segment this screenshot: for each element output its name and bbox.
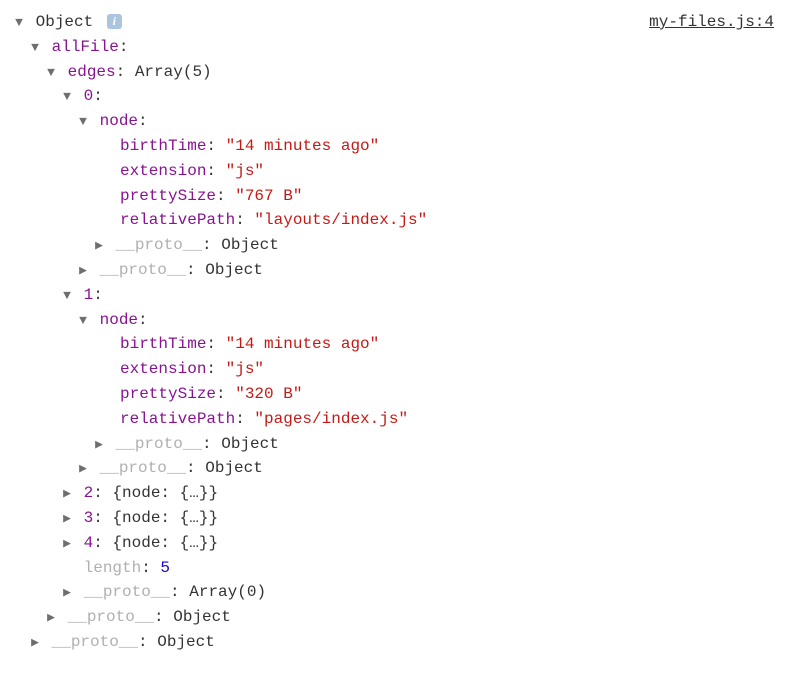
proto-row[interactable]: __proto__: Object bbox=[12, 233, 774, 258]
expand-icon[interactable] bbox=[60, 87, 74, 107]
proto-row[interactable]: __proto__: Object bbox=[12, 258, 774, 283]
key-birthtime: birthTime bbox=[120, 137, 206, 155]
key-proto: __proto__ bbox=[116, 435, 202, 453]
key-node: node bbox=[100, 112, 138, 130]
expand-icon[interactable] bbox=[12, 13, 26, 33]
allfile-row[interactable]: allFile: bbox=[12, 35, 774, 60]
proto-row[interactable]: __proto__: Object bbox=[12, 432, 774, 457]
expand-icon[interactable] bbox=[28, 633, 42, 653]
value-length: 5 bbox=[160, 559, 170, 577]
proto-row[interactable]: __proto__: Object bbox=[12, 630, 774, 655]
expand-icon[interactable] bbox=[60, 286, 74, 306]
value-proto: Object bbox=[205, 459, 263, 477]
root-label: Object bbox=[36, 13, 94, 31]
key-relativepath: relativePath bbox=[120, 410, 235, 428]
key-index: 2 bbox=[84, 484, 94, 502]
value-proto: Object bbox=[157, 633, 215, 651]
key-index: 3 bbox=[84, 509, 94, 527]
node-row[interactable]: node: bbox=[12, 308, 774, 333]
expand-icon[interactable] bbox=[60, 583, 74, 603]
console-object-tree: my-files.js:4 Object i allFile: edges: A… bbox=[12, 10, 774, 655]
proto-row[interactable]: __proto__: Array(0) bbox=[12, 580, 774, 605]
key-proto: __proto__ bbox=[52, 633, 138, 651]
prop-row-birthtime[interactable]: birthTime: "14 minutes ago" bbox=[12, 332, 774, 357]
expand-icon[interactable] bbox=[76, 459, 90, 479]
key-index: 1 bbox=[84, 286, 94, 304]
value-collapsed: {node: {…}} bbox=[112, 509, 218, 527]
value-extension: "js" bbox=[226, 162, 264, 180]
expand-icon[interactable] bbox=[76, 112, 90, 132]
value-collapsed: {node: {…}} bbox=[112, 534, 218, 552]
key-index: 4 bbox=[84, 534, 94, 552]
value-prettysize: "320 B" bbox=[235, 385, 302, 403]
edges-row[interactable]: edges: Array(5) bbox=[12, 60, 774, 85]
value-birthtime: "14 minutes ago" bbox=[226, 137, 380, 155]
length-row[interactable]: length: 5 bbox=[12, 556, 774, 581]
key-edges: edges bbox=[68, 63, 116, 81]
value-birthtime: "14 minutes ago" bbox=[226, 335, 380, 353]
key-birthtime: birthTime bbox=[120, 335, 206, 353]
key-extension: extension bbox=[120, 162, 206, 180]
value-proto: Object bbox=[205, 261, 263, 279]
prop-row-prettysize[interactable]: prettySize: "320 B" bbox=[12, 382, 774, 407]
expand-icon[interactable] bbox=[60, 534, 74, 554]
value-relativepath: "layouts/index.js" bbox=[254, 211, 427, 229]
value-prettysize: "767 B" bbox=[235, 187, 302, 205]
prop-row-extension[interactable]: extension: "js" bbox=[12, 159, 774, 184]
expand-icon[interactable] bbox=[76, 311, 90, 331]
key-length: length bbox=[84, 559, 142, 577]
prop-row-extension[interactable]: extension: "js" bbox=[12, 357, 774, 382]
expand-icon[interactable] bbox=[60, 484, 74, 504]
edge-index-row[interactable]: 4: {node: {…}} bbox=[12, 531, 774, 556]
key-relativepath: relativePath bbox=[120, 211, 235, 229]
value-proto: Object bbox=[173, 608, 231, 626]
key-proto: __proto__ bbox=[84, 583, 170, 601]
value-proto: Array(0) bbox=[189, 583, 266, 601]
key-node: node bbox=[100, 311, 138, 329]
expand-icon[interactable] bbox=[44, 608, 58, 628]
key-proto: __proto__ bbox=[100, 261, 186, 279]
key-proto: __proto__ bbox=[68, 608, 154, 626]
value-relativepath: "pages/index.js" bbox=[254, 410, 408, 428]
value-extension: "js" bbox=[226, 360, 264, 378]
edge-index-row[interactable]: 2: {node: {…}} bbox=[12, 481, 774, 506]
expand-icon[interactable] bbox=[28, 38, 42, 58]
expand-icon[interactable] bbox=[76, 261, 90, 281]
key-index: 0 bbox=[84, 87, 94, 105]
value-proto: Object bbox=[221, 435, 279, 453]
key-extension: extension bbox=[120, 360, 206, 378]
proto-row[interactable]: __proto__: Object bbox=[12, 605, 774, 630]
edge-index-row[interactable]: 1: bbox=[12, 283, 774, 308]
expand-icon[interactable] bbox=[60, 509, 74, 529]
info-icon[interactable]: i bbox=[107, 14, 122, 29]
key-prettysize: prettySize bbox=[120, 187, 216, 205]
value-proto: Object bbox=[221, 236, 279, 254]
edge-index-row[interactable]: 3: {node: {…}} bbox=[12, 506, 774, 531]
prop-row-relativepath[interactable]: relativePath: "layouts/index.js" bbox=[12, 208, 774, 233]
expand-icon[interactable] bbox=[44, 63, 58, 83]
value-collapsed: {node: {…}} bbox=[112, 484, 218, 502]
proto-row[interactable]: __proto__: Object bbox=[12, 456, 774, 481]
edge-index-row[interactable]: 0: bbox=[12, 84, 774, 109]
key-prettysize: prettySize bbox=[120, 385, 216, 403]
prop-row-birthtime[interactable]: birthTime: "14 minutes ago" bbox=[12, 134, 774, 159]
key-proto: __proto__ bbox=[100, 459, 186, 477]
key-allfile: allFile bbox=[52, 38, 119, 56]
node-row[interactable]: node: bbox=[12, 109, 774, 134]
prop-row-relativepath[interactable]: relativePath: "pages/index.js" bbox=[12, 407, 774, 432]
source-link[interactable]: my-files.js:4 bbox=[649, 10, 774, 35]
expand-icon[interactable] bbox=[92, 435, 106, 455]
prop-row-prettysize[interactable]: prettySize: "767 B" bbox=[12, 184, 774, 209]
key-proto: __proto__ bbox=[116, 236, 202, 254]
edges-type: Array(5) bbox=[135, 63, 212, 81]
root-row[interactable]: my-files.js:4 Object i bbox=[12, 10, 774, 35]
expand-icon[interactable] bbox=[92, 236, 106, 256]
